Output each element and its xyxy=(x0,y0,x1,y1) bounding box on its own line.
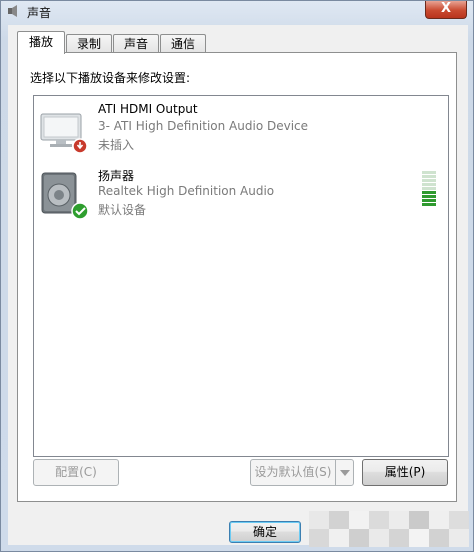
level-segment xyxy=(422,183,436,186)
button-label: 属性(P) xyxy=(384,465,426,479)
pixelated-region xyxy=(309,529,469,547)
close-icon: X xyxy=(440,1,452,16)
level-segment xyxy=(422,195,436,198)
ok-button[interactable]: 确定 xyxy=(229,521,301,543)
level-segment xyxy=(422,191,436,194)
properties-button[interactable]: 属性(P) xyxy=(362,459,448,486)
device-list[interactable]: ATI HDMI Output 3- ATI High Definition A… xyxy=(33,95,449,457)
device-item-speakers[interactable]: 扬声器 Realtek High Definition Audio 默认设备 xyxy=(34,165,448,225)
button-label: 设为默认值(S) xyxy=(254,465,332,479)
window-title: 声音 xyxy=(27,6,52,20)
dialog-body: 播放 录制 声音 通信 选择以下播放设备来修改设置: ATI HDMI Outp… xyxy=(8,25,468,545)
level-segment xyxy=(422,199,436,202)
chevron-down-icon xyxy=(340,470,350,476)
level-segment xyxy=(422,203,436,206)
playback-panel: 选择以下播放设备来修改设置: ATI HDMI Output 3- ATI Hi… xyxy=(17,52,457,502)
configure-button[interactable]: 配置(C) xyxy=(33,459,119,486)
device-item-hdmi[interactable]: ATI HDMI Output 3- ATI High Definition A… xyxy=(34,100,448,160)
device-status: 默认设备 xyxy=(98,203,147,217)
level-segment xyxy=(422,179,436,182)
title-bar[interactable]: 声音 X xyxy=(1,1,473,23)
tab-label: 播放 xyxy=(28,35,53,49)
tab-communications[interactable]: 通信 xyxy=(160,34,206,53)
tab-label: 声音 xyxy=(123,37,148,51)
level-segment xyxy=(422,187,436,190)
level-segment xyxy=(422,175,436,178)
level-segment xyxy=(422,171,436,174)
tab-label: 录制 xyxy=(76,37,101,51)
volume-level-meter xyxy=(422,171,438,207)
device-status: 未插入 xyxy=(98,138,135,152)
speaker-icon xyxy=(8,5,17,17)
button-label: 配置(C) xyxy=(55,465,97,479)
tab-playback[interactable]: 播放 xyxy=(17,31,65,54)
tab-sounds[interactable]: 声音 xyxy=(113,34,159,53)
tab-recording[interactable]: 录制 xyxy=(66,34,112,53)
device-detail: Realtek High Definition Audio xyxy=(98,184,275,198)
tab-label: 通信 xyxy=(170,37,195,51)
set-default-dropdown[interactable] xyxy=(335,459,354,486)
close-button[interactable]: X xyxy=(425,1,467,19)
monitor-icon xyxy=(40,113,88,154)
device-detail: 3- ATI High Definition Audio Device xyxy=(98,119,309,133)
button-label: 确定 xyxy=(252,525,277,539)
device-name: 扬声器 xyxy=(98,169,135,183)
speaker-icon xyxy=(41,172,89,220)
instruction-text: 选择以下播放设备来修改设置: xyxy=(30,71,191,85)
default-check-icon xyxy=(71,202,89,220)
sound-dialog: 声音 X 播放 录制 声音 通信 选择以下播放设备来修改设置: ATI HDMI… xyxy=(0,0,474,552)
device-name: ATI HDMI Output xyxy=(98,102,198,116)
set-default-button[interactable]: 设为默认值(S) xyxy=(250,459,336,486)
